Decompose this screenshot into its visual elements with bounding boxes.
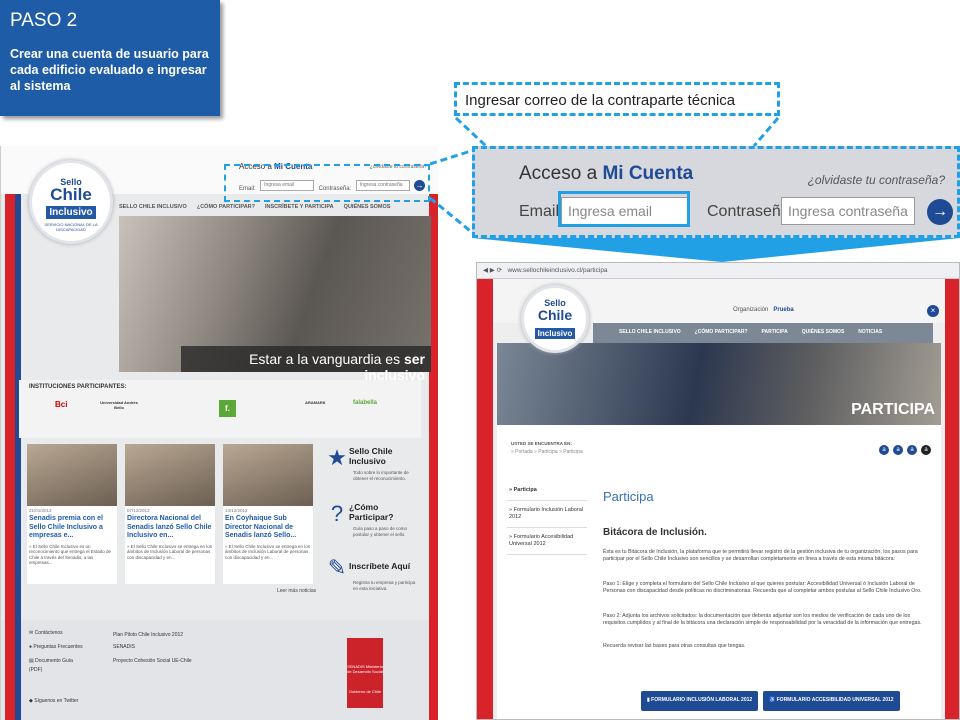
mail-icon: ✉ (29, 630, 34, 636)
institutions-strip: INSTITUCIONES PARTICIPANTES: Bci Univers… (19, 380, 421, 438)
homepage-screenshot: Sello Chile Inclusivo SERVICIO NACIONAL … (0, 146, 438, 720)
callout-label: Ingresar correo de la contraparte técnic… (454, 82, 780, 116)
side-promo[interactable]: ? ¿Cómo Participar? Guía paso a paso de c… (325, 502, 419, 538)
news-image (125, 444, 215, 506)
twitter-icon: ◆ (29, 698, 33, 704)
institution-logo: falabella (353, 400, 378, 406)
red-stripe-right (945, 279, 959, 719)
callout-connector (454, 116, 780, 148)
news-card[interactable]: 21/01/2013 Senadis premia con el Sello C… (27, 444, 117, 584)
news-card[interactable]: 14/12/2012 En Coyhaique Sub Director Nac… (223, 444, 313, 584)
nav-item[interactable]: SELLO CHILE INCLUSIVO (119, 204, 187, 210)
question-icon: ? (330, 501, 344, 526)
side-promo[interactable]: ✎ Inscríbete Aquí Registra tu empresa y p… (325, 556, 419, 592)
senadis-badge: SENADIS Ministerio de Desarrollo Social G… (347, 638, 383, 708)
forgot-password-link[interactable]: ¿olvidaste tu contraseña? (808, 173, 945, 187)
hero-banner: PARTICIPA (497, 343, 941, 425)
organization-label: Organización Prueba (733, 307, 794, 313)
institution-logo: Universidad Andrés Bello (100, 400, 138, 410)
nav-item[interactable]: SELLO CHILE INCLUSIVO (619, 329, 681, 339)
form-labor-button[interactable]: ▮ FORMULARIO INCLUSIÓN LABORAL 2012 (641, 691, 759, 711)
more-news-link[interactable]: Leer más noticias (277, 588, 316, 594)
wheelchair-icon: ♿ (769, 697, 776, 703)
main-nav: SELLO CHILE INCLUSIVO ¿CÓMO PARTICIPAR? … (119, 200, 431, 214)
menu-item[interactable]: » Formulario Inclusión Laboral 2012 (507, 501, 587, 528)
news-image (223, 444, 313, 506)
breadcrumb[interactable]: » Portada » Participa » Participa (511, 449, 583, 455)
address-bar[interactable]: ◀ ▶ ⟳ www.sellochileinclusivo.cl/partici… (477, 263, 959, 279)
red-stripe (5, 620, 15, 720)
institution-logo: ARAMARK (305, 400, 326, 405)
footer-faq[interactable]: ● Preguntas Frecuentes (29, 644, 83, 650)
zoom-title: Acceso a Mi Cuenta (519, 163, 694, 184)
briefcase-icon: ▮ (647, 697, 650, 703)
side-menu: » Participa » Formulario Inclusión Labor… (507, 481, 587, 555)
email-highlight (558, 191, 690, 227)
font-size-icon[interactable]: a (879, 445, 889, 455)
back-icon[interactable]: ◀ ▶ ⟳ (483, 267, 502, 274)
nav-item[interactable]: ¿CÓMO PARTICIPAR? (197, 204, 255, 210)
edit-icon: ✎ (327, 555, 347, 580)
form-accessibility-button[interactable]: ♿ FORMULARIO ACCESIBILIDAD UNIVERSAL 201… (763, 691, 900, 711)
nav-item[interactable]: QUIÉNES SOMOS (344, 204, 391, 210)
login-zoom: Acceso a Mi Cuenta ¿olvidaste tu contras… (472, 146, 960, 238)
red-stripe (477, 279, 493, 719)
footer-contact[interactable]: ✉ Contáctenos (29, 630, 63, 636)
institution-logo: f. (219, 400, 236, 417)
sello-logo[interactable]: Sello Chile Inclusivo (521, 285, 589, 353)
step-box: PASO 2 Crear una cuenta de usuario para … (0, 0, 220, 116)
zoom-connector (430, 148, 475, 236)
question-icon: ● (29, 644, 33, 650)
font-size-icon[interactable]: a (907, 445, 917, 455)
close-icon[interactable]: × (927, 305, 939, 317)
nav-item[interactable]: PARTICIPA (762, 329, 788, 339)
institution-logo: Bci (55, 400, 68, 409)
nav-item[interactable]: INSCRÍBETE Y PARTICIPA (265, 204, 334, 210)
hero-caption: PARTICIPA (851, 401, 935, 418)
document-icon: ▤ (29, 658, 34, 664)
footer-doc[interactable]: ▤ Documento Guía (29, 658, 73, 664)
funnel-arrow (472, 238, 960, 262)
section-title: Bitácora de Inclusión. (603, 527, 707, 538)
red-stripe (5, 146, 15, 620)
font-size-icon[interactable]: a (893, 445, 903, 455)
nav-item[interactable]: QUIÉNES SOMOS (802, 329, 845, 339)
red-stripe-right (429, 620, 438, 720)
main-nav: SELLO CHILE INCLUSIVO ¿CÓMO PARTICIPAR? … (619, 329, 919, 339)
nav-item[interactable]: ¿CÓMO PARTICIPAR? (695, 329, 748, 339)
hero-banner: Estar a la vanguardia es ser inclusivo (119, 216, 431, 383)
participa-screenshot: ◀ ▶ ⟳ www.sellochileinclusivo.cl/partici… (476, 262, 960, 720)
footer-twitter[interactable]: ◆ Síguenos en Twitter (29, 698, 78, 704)
font-size-icon[interactable]: a (921, 445, 931, 455)
blue-stripe (15, 620, 21, 720)
news-image (27, 444, 117, 506)
step-description: Crear una cuenta de usuario para cada ed… (10, 47, 209, 93)
menu-item[interactable]: » Participa (507, 481, 587, 501)
nav-item[interactable]: NOTICIAS (858, 329, 882, 339)
news-card[interactable]: 07/12/2012 Directora Nacional del Senadi… (125, 444, 215, 584)
login-arrow-icon[interactable]: → (927, 199, 953, 225)
step-title: PASO 2 (10, 10, 78, 31)
star-icon: ★ (327, 445, 347, 470)
hero-caption: Estar a la vanguardia es ser inclusivo (181, 346, 431, 383)
password-input[interactable]: Ingresa contraseña (781, 197, 915, 225)
menu-item[interactable]: » Formulario Accesibilidad Universal 201… (507, 528, 587, 555)
content-area (497, 425, 941, 719)
side-promo[interactable]: ★ Sello Chile Inclusivo Todo sobre lo imp… (325, 446, 419, 482)
sello-logo[interactable]: Sello Chile Inclusivo SERVICIO NACIONAL … (29, 160, 113, 244)
page-title: Participa (603, 489, 654, 504)
login-highlight (224, 164, 430, 202)
